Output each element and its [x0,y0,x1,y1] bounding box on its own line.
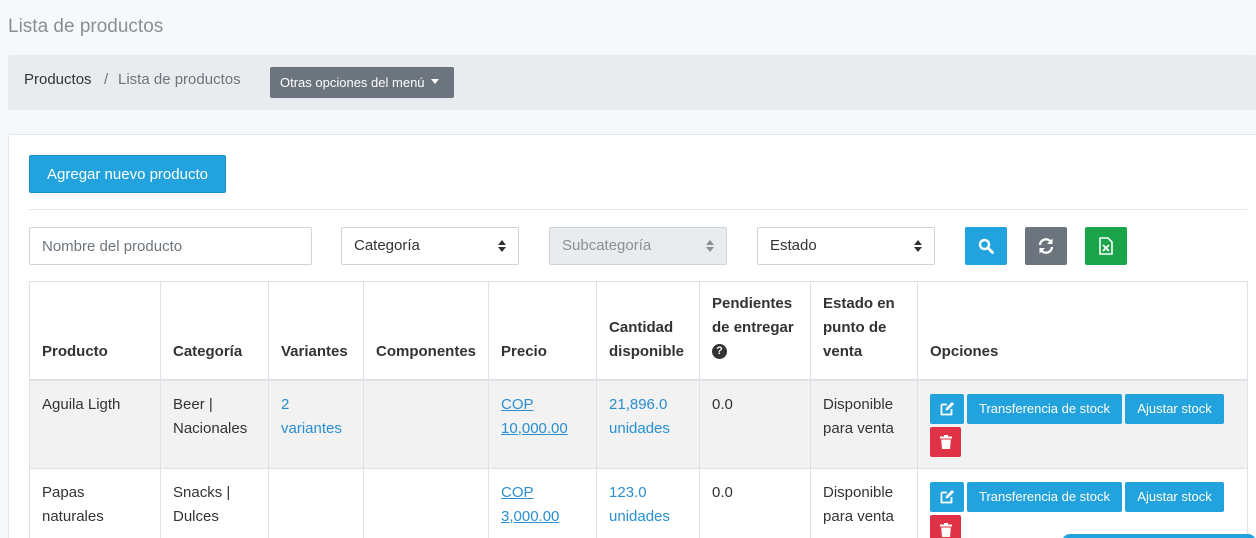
status-select-value: Estado [770,237,817,254]
cell-estado: Disponible para venta [810,379,919,469]
question-circle-icon[interactable]: ? [712,344,728,360]
edit-button[interactable] [930,481,965,512]
cell-precio: COP 3,000.00 [488,467,598,538]
cell-pendientes: 0.0 [699,467,812,538]
subcategory-select[interactable]: Subcategoría [549,227,727,265]
stock-quantity-link[interactable]: 123.0 unidades [596,467,701,538]
cell-producto: Aguila Ligth [29,379,161,469]
cell-producto: Papas naturales [29,467,161,538]
header-producto: Producto [29,281,161,381]
products-table: Producto Categoría Variantes Componentes… [29,281,1249,538]
header-precio: Precio [488,281,598,381]
cell-opciones: Transferencia de stock Ajustar stock [917,467,1249,538]
header-pendientes: Pendientes de entregar? [699,281,812,381]
cell-componentes [362,379,490,469]
subcategory-select-value: Subcategoría [562,237,652,254]
header-pendientes-label: Pendientes de entregar [712,294,794,336]
header-componentes: Componentes [362,281,490,381]
stock-transfer-button[interactable]: Transferencia de stock [967,393,1123,424]
breadcrumb-separator: / [104,71,109,88]
header-variantes: Variantes [268,281,364,381]
menu-button-label: Otras opciones del menú [280,75,425,90]
breadcrumb-item-current: Lista de productos [118,71,241,88]
cell-componentes [362,467,490,538]
add-product-button[interactable]: Agregar nuevo producto [29,155,226,193]
edit-button[interactable] [930,393,965,424]
product-list-card: Agregar nuevo producto Categoría Subcate… [8,134,1256,538]
header-estado: Estado en punto de venta [810,281,919,381]
delete-button[interactable] [930,514,962,538]
cell-estado: Disponible para venta [810,467,919,538]
floating-chat-tab[interactable] [1062,534,1256,538]
cell-opciones: Transferencia de stock Ajustar stock [917,379,1249,469]
trash-icon [939,434,952,449]
product-name-input[interactable] [29,227,312,265]
cell-pendientes: 0.0 [699,379,812,469]
status-select[interactable]: Estado [757,227,935,265]
row-actions: Transferencia de stock Ajustar stock [930,393,1235,468]
excel-icon [1099,237,1113,255]
adjust-stock-button[interactable]: Ajustar stock [1125,393,1225,424]
search-button[interactable] [965,227,1007,265]
category-select-value: Categoría [354,237,420,254]
header-cantidad: Cantidad disponible [596,281,701,381]
breadcrumb: Productos / Lista de productos Otras opc… [8,55,1256,110]
price-link[interactable]: COP 10,000.00 [501,396,568,437]
variants-link[interactable] [268,467,364,538]
row-actions: Transferencia de stock Ajustar stock [930,481,1235,538]
delete-button[interactable] [930,426,962,457]
cell-categoria: Beer | Nacionales [160,379,269,469]
table-header-row: Producto Categoría Variantes Componentes… [29,281,1249,381]
divider [29,209,1247,210]
cell-precio: COP 10,000.00 [488,379,598,469]
breadcrumb-item-productos[interactable]: Productos [24,71,92,88]
other-options-menu-button[interactable]: Otras opciones del menú [270,67,454,98]
edit-icon [940,402,954,416]
cell-categoria: Snacks | Dulces [160,467,269,538]
adjust-stock-button[interactable]: Ajustar stock [1125,481,1225,512]
table-row: Papas naturales Snacks | Dulces COP 3,00… [29,467,1249,538]
edit-icon [940,490,954,504]
stock-transfer-button[interactable]: Transferencia de stock [967,481,1123,512]
refresh-icon [1038,238,1054,254]
export-excel-button[interactable] [1085,227,1127,265]
search-icon [978,238,994,254]
refresh-button[interactable] [1025,227,1067,265]
variants-link[interactable]: 2 variantes [268,379,364,469]
header-categoria: Categoría [160,281,269,381]
select-arrows-icon [498,240,506,252]
select-arrows-icon [706,240,714,252]
table-row: Aguila Ligth Beer | Nacionales 2 variant… [29,379,1249,469]
trash-icon [939,522,952,537]
category-select[interactable]: Categoría [341,227,519,265]
page-title: Lista de productos [8,16,164,37]
stock-quantity-link[interactable]: 21,896.0 unidades [596,379,701,469]
header-opciones: Opciones [917,281,1249,381]
caret-down-icon [430,79,439,85]
price-link[interactable]: COP 3,000.00 [501,484,559,525]
select-arrows-icon [914,240,922,252]
